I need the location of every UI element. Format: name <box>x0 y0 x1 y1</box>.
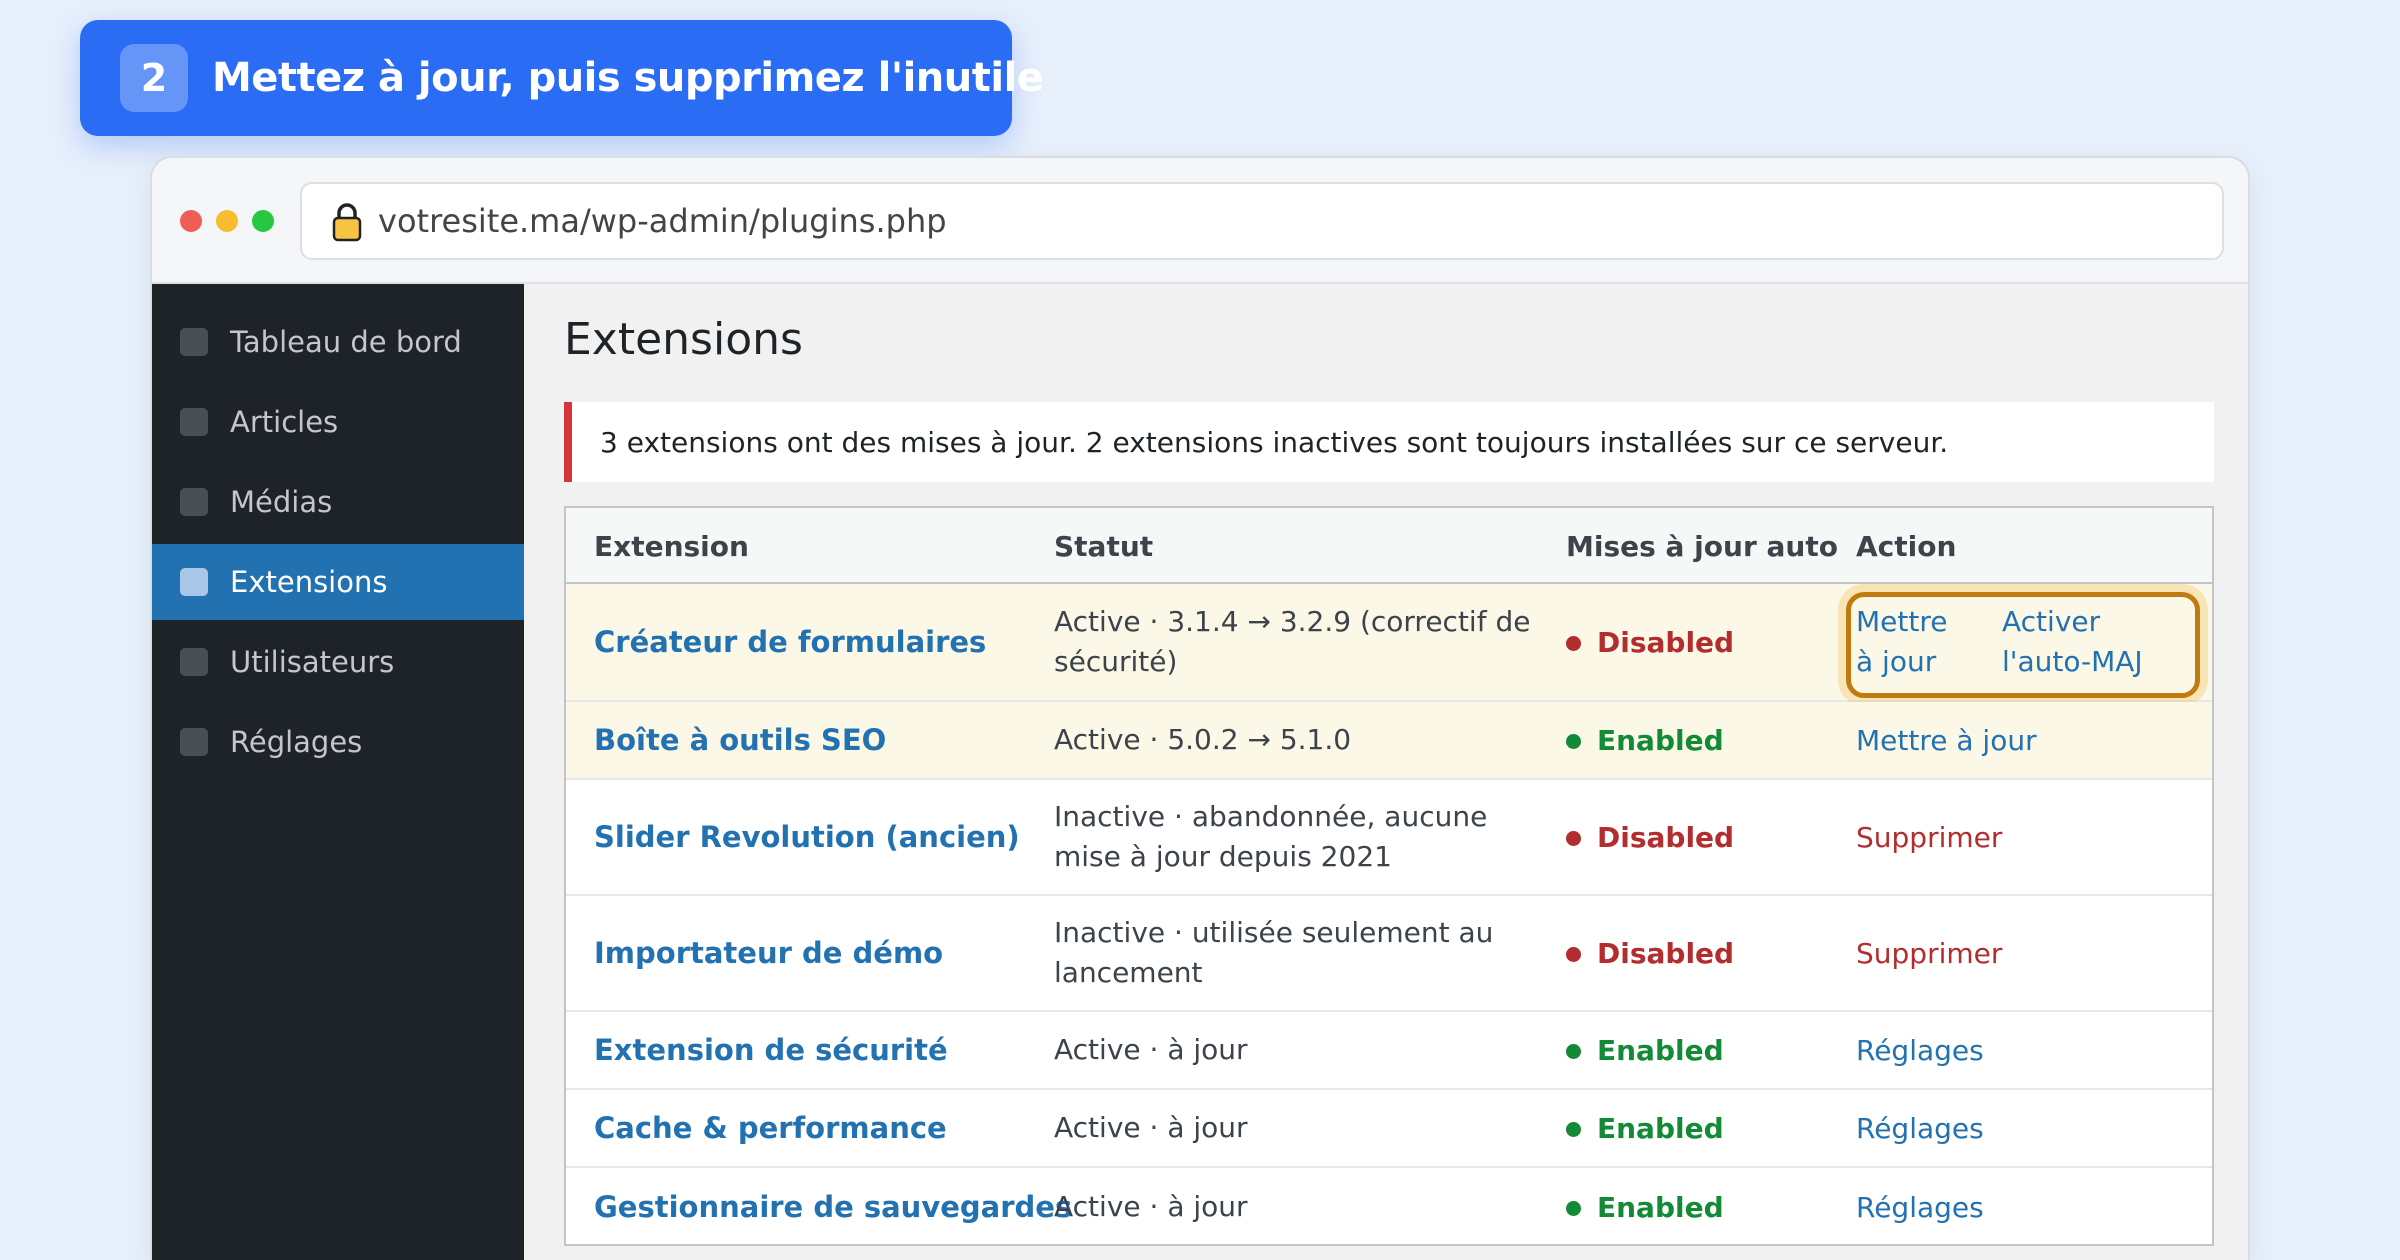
sidebar-item-users[interactable]: Utilisateurs <box>152 624 524 700</box>
auto-update-label: Disabled <box>1597 936 1735 970</box>
auto-update-status: Enabled <box>1566 1112 1724 1145</box>
sidebar-item-label: Utilisateurs <box>230 645 395 679</box>
notice-text: 3 extensions ont des mises à jour. 2 ext… <box>600 425 1949 459</box>
menu-icon <box>180 728 208 756</box>
browser-toolbar: votresite.ma/wp-admin/plugins.php <box>152 158 2248 284</box>
plugin-name-link[interactable]: Gestionnaire de sauvegardes <box>594 1190 1072 1224</box>
settings-link[interactable]: Réglages <box>1856 1112 1984 1145</box>
plugin-status: Active · à jour <box>1054 1033 1248 1066</box>
status-dot-icon <box>1566 1122 1581 1137</box>
plugin-name-link[interactable]: Importateur de démo <box>594 936 943 970</box>
plugin-name-link[interactable]: Créateur de formulaires <box>594 625 986 659</box>
admin-sidebar: Tableau de bord Articles Médias Extensio… <box>152 284 524 1260</box>
auto-update-label: Disabled <box>1597 820 1735 854</box>
browser-window: votresite.ma/wp-admin/plugins.php Tablea… <box>150 156 2250 1260</box>
update-notice: 3 extensions ont des mises à jour. 2 ext… <box>564 402 2214 482</box>
plugin-status: Active · 3.1.4 → 3.2.9 (correctif de séc… <box>1054 605 1531 678</box>
lock-icon <box>332 203 362 242</box>
plugin-status: Active · à jour <box>1054 1111 1248 1144</box>
update-link[interactable]: Mettre à jour <box>1856 584 1966 700</box>
status-dot-icon <box>1566 947 1581 962</box>
status-dot-icon <box>1566 1044 1581 1059</box>
delete-link[interactable]: Supprimer <box>1856 821 2002 854</box>
column-header-action[interactable]: Action <box>1856 508 1956 584</box>
auto-update-status: Disabled <box>1566 937 1734 970</box>
close-window-dot[interactable] <box>180 210 202 232</box>
sidebar-item-label: Réglages <box>230 725 363 759</box>
column-header-auto-updates[interactable]: Mises à jour auto <box>1566 508 1838 584</box>
auto-update-label: Enabled <box>1597 1033 1724 1067</box>
status-dot-icon <box>1566 636 1581 651</box>
url-text: votresite.ma/wp-admin/plugins.php <box>378 202 947 240</box>
plugin-name-link[interactable]: Slider Revolution (ancien) <box>594 820 1020 854</box>
auto-update-label: Enabled <box>1597 1111 1724 1145</box>
auto-update-label: Disabled <box>1597 625 1735 659</box>
plugin-status: Inactive · abandonnée, aucune mise à jou… <box>1054 800 1488 873</box>
status-dot-icon <box>1566 831 1581 846</box>
plugin-status: Active · 5.0.2 → 5.1.0 <box>1054 723 1352 756</box>
status-dot-icon <box>1566 1201 1581 1216</box>
table-row: Slider Revolution (ancien) Inactive · ab… <box>566 780 2212 896</box>
status-dot-icon <box>1566 734 1581 749</box>
menu-icon <box>180 408 208 436</box>
sidebar-item-label: Extensions <box>230 565 388 599</box>
plugin-name-link[interactable]: Extension de sécurité <box>594 1033 948 1067</box>
maximize-window-dot[interactable] <box>252 210 274 232</box>
auto-update-status: Disabled <box>1566 821 1734 854</box>
sidebar-item-media[interactable]: Médias <box>152 464 524 540</box>
step-title: Mettez à jour, puis supprimez l'inutile <box>212 55 1044 101</box>
minimize-window-dot[interactable] <box>216 210 238 232</box>
table-row: Extension de sécurité Active · à jour En… <box>566 1012 2212 1090</box>
auto-update-label: Enabled <box>1597 1190 1724 1224</box>
step-banner: 2 Mettez à jour, puis supprimez l'inutil… <box>80 20 1044 136</box>
auto-update-label: Enabled <box>1597 723 1724 757</box>
auto-update-status: Disabled <box>1566 626 1734 659</box>
plugins-table: Extension Statut Mises à jour auto Actio… <box>564 506 2214 1246</box>
update-link[interactable]: Mettre à jour <box>1856 724 2037 757</box>
menu-icon <box>180 488 208 516</box>
menu-icon <box>180 568 208 596</box>
page-title: Extensions <box>564 314 803 365</box>
auto-update-status: Enabled <box>1566 1191 1724 1224</box>
sidebar-item-label: Médias <box>230 485 333 519</box>
step-number: 2 <box>120 44 188 112</box>
auto-update-status: Enabled <box>1566 724 1724 757</box>
table-row: Boîte à outils SEO Active · 5.0.2 → 5.1.… <box>566 702 2212 780</box>
column-header-status[interactable]: Statut <box>1054 508 1153 584</box>
sidebar-item-extensions[interactable]: Extensions <box>152 544 524 620</box>
plugin-status: Active · à jour <box>1054 1190 1248 1223</box>
menu-icon <box>180 648 208 676</box>
sidebar-item-label: Tableau de bord <box>230 325 462 359</box>
enable-auto-update-link[interactable]: Activer l'auto-MAJ <box>2002 584 2192 700</box>
plugin-name-link[interactable]: Cache & performance <box>594 1111 947 1145</box>
delete-link[interactable]: Supprimer <box>1856 937 2002 970</box>
plugin-name-link[interactable]: Boîte à outils SEO <box>594 723 886 757</box>
sidebar-item-articles[interactable]: Articles <box>152 384 524 460</box>
table-row: Cache & performance Active · à jour Enab… <box>566 1090 2212 1168</box>
sidebar-item-settings[interactable]: Réglages <box>152 704 524 780</box>
table-row: Importateur de démo Inactive · utilisée … <box>566 896 2212 1012</box>
sidebar-item-dashboard[interactable]: Tableau de bord <box>152 304 524 380</box>
column-header-extension[interactable]: Extension <box>594 508 749 584</box>
table-header: Extension Statut Mises à jour auto Actio… <box>566 508 2212 584</box>
address-bar[interactable]: votresite.ma/wp-admin/plugins.php <box>300 182 2224 260</box>
menu-icon <box>180 328 208 356</box>
table-row: Créateur de formulaires Active · 3.1.4 →… <box>566 584 2212 702</box>
settings-link[interactable]: Réglages <box>1856 1034 1984 1067</box>
auto-update-status: Enabled <box>1566 1034 1724 1067</box>
sidebar-item-label: Articles <box>230 405 339 439</box>
plugin-status: Inactive · utilisée seulement au lanceme… <box>1054 916 1494 989</box>
table-row: Gestionnaire de sauvegardes Active · à j… <box>566 1168 2212 1246</box>
settings-link[interactable]: Réglages <box>1856 1191 1984 1224</box>
